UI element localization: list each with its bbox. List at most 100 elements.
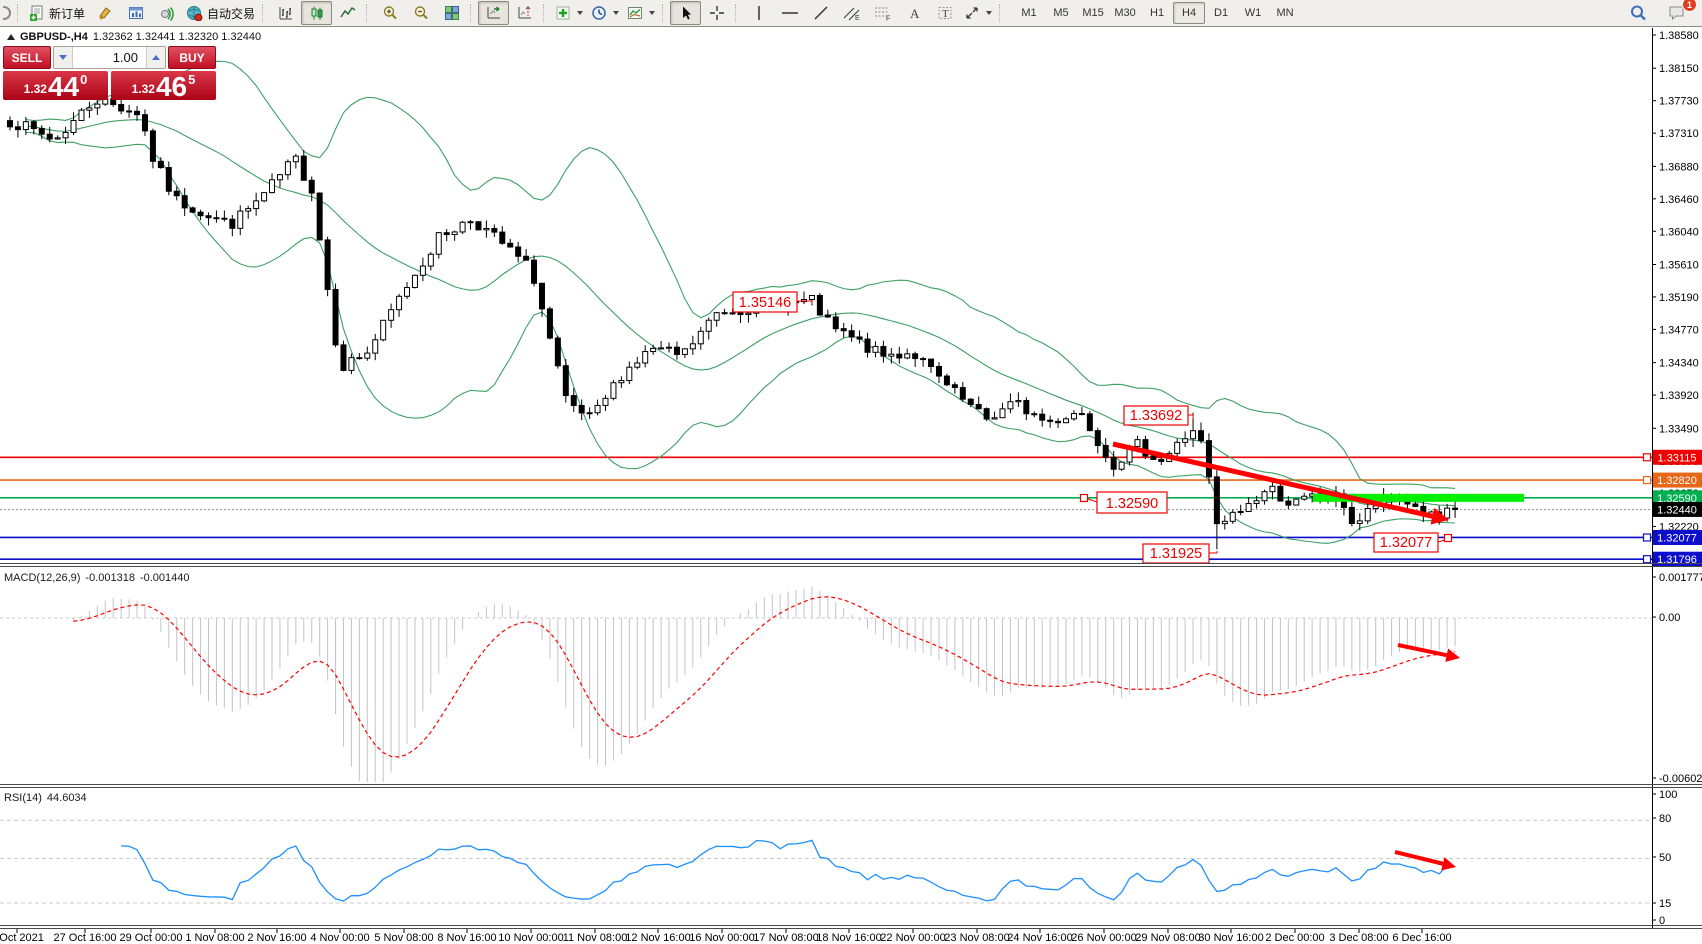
- volume-decrease-button[interactable]: [54, 47, 73, 68]
- horizontal-line-tool-button[interactable]: [774, 1, 805, 25]
- vertical-line-icon: [751, 5, 767, 21]
- tile-windows-icon: [444, 5, 460, 21]
- notifications-button[interactable]: 1: [1661, 1, 1692, 25]
- auto-trading-button[interactable]: 自动交易: [182, 1, 259, 25]
- svg-text:-0.00602: -0.00602: [1659, 773, 1702, 785]
- templates-button[interactable]: [623, 1, 659, 25]
- macd-main-value: -0.001318: [85, 572, 135, 584]
- search-button[interactable]: [1622, 1, 1653, 25]
- fibonacci-tool-button[interactable]: F: [867, 1, 898, 25]
- level-marker[interactable]: [1644, 477, 1651, 484]
- rsi-value: 44.6034: [47, 792, 87, 804]
- chart-shift-button[interactable]: [509, 1, 540, 25]
- svg-text:11 Nov 08:00: 11 Nov 08:00: [563, 932, 628, 944]
- timeframe-button-W1[interactable]: W1: [1237, 2, 1269, 24]
- svg-text:T: T: [942, 8, 949, 20]
- cursor-tool-button[interactable]: [670, 1, 701, 25]
- chart-window-icon: [128, 5, 144, 21]
- market-watch-button[interactable]: [120, 1, 151, 25]
- bar-chart-button[interactable]: [270, 1, 301, 25]
- svg-text:1.37310: 1.37310: [1659, 128, 1699, 140]
- svg-text:1.36040: 1.36040: [1659, 226, 1699, 238]
- sound-button[interactable]: [151, 1, 182, 25]
- time-axis[interactable]: 6 Oct 202127 Oct 16:0029 Oct 00:001 Nov …: [0, 929, 1452, 944]
- toolbar-grip: [999, 4, 1004, 22]
- chart-ohlc-values: 1.32362 1.32441 1.32320 1.32440: [93, 31, 261, 43]
- level-marker[interactable]: [1644, 556, 1651, 563]
- volume-increase-button[interactable]: [146, 47, 165, 68]
- svg-text:29 Nov 08:00: 29 Nov 08:00: [1135, 932, 1200, 944]
- periods-button[interactable]: [587, 1, 623, 25]
- add-indicator-button[interactable]: [551, 1, 587, 25]
- clipped-edge-icon[interactable]: [2, 1, 14, 25]
- vertical-line-tool-button[interactable]: [743, 1, 774, 25]
- toolbar-grip: [735, 4, 740, 22]
- svg-text:E: E: [855, 15, 860, 21]
- cursor-icon: [678, 5, 694, 21]
- equidistant-channel-tool-button[interactable]: E: [836, 1, 867, 25]
- arrows-tool-button[interactable]: [960, 1, 996, 25]
- sell-price-display[interactable]: 1.32440: [3, 71, 108, 100]
- highlighter-icon: [97, 5, 113, 21]
- volume-control: [53, 46, 166, 69]
- dropdown-caret-icon: [986, 11, 992, 15]
- price-label-annotation[interactable]: 1.33692: [1124, 406, 1193, 425]
- auto-scroll-icon: [486, 5, 502, 21]
- new-order-icon: [29, 5, 45, 21]
- timeframe-button-D1[interactable]: D1: [1205, 2, 1237, 24]
- svg-text:80: 80: [1659, 813, 1671, 825]
- svg-text:1.35190: 1.35190: [1659, 292, 1699, 304]
- sell-button[interactable]: SELL: [3, 46, 51, 69]
- svg-text:10 Nov 00:00: 10 Nov 00:00: [498, 932, 563, 944]
- chart-symbol-period: GBPUSD-,H4: [20, 31, 88, 43]
- svg-text:17 Nov 08:00: 17 Nov 08:00: [753, 932, 818, 944]
- bar-chart-icon: [278, 5, 294, 21]
- notification-badge: 1: [1682, 0, 1697, 12]
- svg-text:0.00: 0.00: [1659, 612, 1680, 624]
- dropdown-caret-icon: [577, 11, 583, 15]
- text-tool-button[interactable]: A: [898, 1, 929, 25]
- toolbar-grip: [470, 4, 475, 22]
- price-label-annotation[interactable]: 1.31925: [1143, 544, 1217, 563]
- auto-scroll-button[interactable]: [478, 1, 509, 25]
- collapse-panel-icon[interactable]: [7, 34, 15, 40]
- zoom-in-icon: [382, 5, 398, 21]
- new-order-button[interactable]: 新订单: [25, 1, 89, 25]
- macd-signal-value: -0.001440: [140, 572, 190, 584]
- crosshair-tool-button[interactable]: [701, 1, 732, 25]
- svg-text:A: A: [910, 6, 920, 21]
- zoom-out-button[interactable]: [405, 1, 436, 25]
- toolbar-grip: [262, 4, 267, 22]
- svg-text:12 Nov 16:00: 12 Nov 16:00: [625, 932, 690, 944]
- level-marker[interactable]: [1644, 454, 1651, 461]
- zoom-in-button[interactable]: [374, 1, 405, 25]
- svg-text:1.32820: 1.32820: [1657, 475, 1697, 487]
- buy-price-display[interactable]: 1.32465: [111, 71, 216, 100]
- svg-text:23 Nov 08:00: 23 Nov 08:00: [944, 932, 1009, 944]
- trendline-tool-button[interactable]: [805, 1, 836, 25]
- line-chart-icon: [340, 5, 356, 21]
- svg-text:6 Oct 2021: 6 Oct 2021: [0, 932, 44, 944]
- toolbar-grip: [543, 4, 548, 22]
- sound-icon: [159, 5, 175, 21]
- tile-windows-button[interactable]: [436, 1, 467, 25]
- candlestick-chart-button[interactable]: [301, 1, 332, 25]
- timeframe-button-MN[interactable]: MN: [1269, 2, 1301, 24]
- svg-text:1.38150: 1.38150: [1659, 63, 1699, 75]
- level-marker[interactable]: [1644, 534, 1651, 541]
- timeframe-button-H1[interactable]: H1: [1141, 2, 1173, 24]
- buy-button[interactable]: BUY: [168, 46, 216, 69]
- line-chart-button[interactable]: [332, 1, 363, 25]
- text-label-tool-button[interactable]: T: [929, 1, 960, 25]
- svg-text:1.38580: 1.38580: [1659, 30, 1699, 42]
- timeframe-button-M5[interactable]: M5: [1045, 2, 1077, 24]
- timeframe-button-M1[interactable]: M1: [1013, 2, 1045, 24]
- highlighter-button[interactable]: [89, 1, 120, 25]
- timeframe-button-M30[interactable]: M30: [1109, 2, 1141, 24]
- toolbar-right: 1: [1622, 1, 1700, 25]
- svg-text:1.33920: 1.33920: [1659, 390, 1699, 402]
- timeframe-button-H4[interactable]: H4: [1173, 2, 1205, 24]
- timeframe-button-M15[interactable]: M15: [1077, 2, 1109, 24]
- volume-input[interactable]: [73, 47, 146, 68]
- chart-svg[interactable]: 1.351461.336921.325901.319251.320771.385…: [0, 0, 1702, 944]
